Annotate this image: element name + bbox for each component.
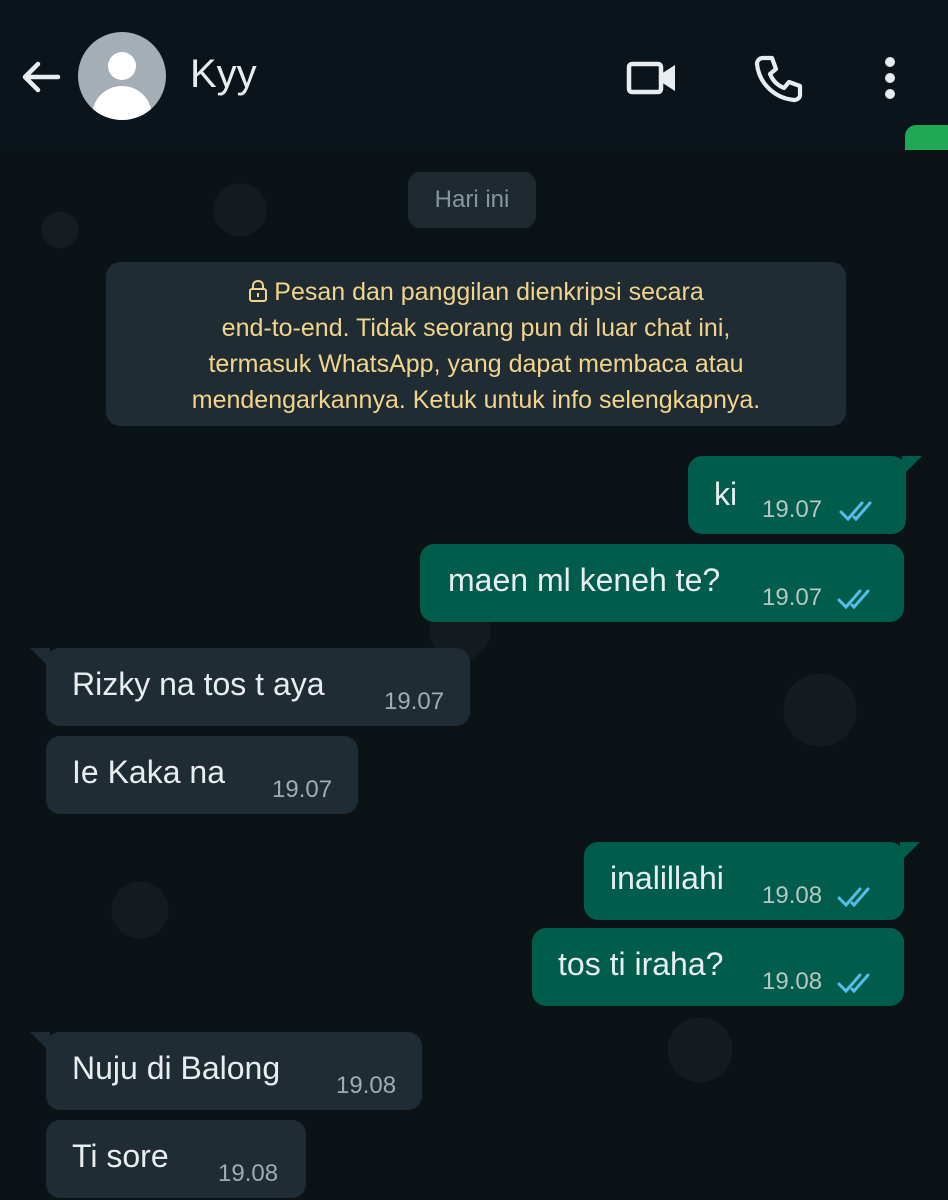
message-time: 19.07: [272, 776, 333, 803]
message-time: 19.08: [762, 968, 823, 995]
message-time: 19.08: [762, 882, 823, 909]
read-ticks-icon: [837, 887, 870, 908]
message-time: 19.08: [218, 1160, 279, 1187]
message-text: Ie Kaka na: [72, 754, 225, 790]
message-incoming[interactable]: Nuju di Balong 19.08: [30, 1032, 422, 1110]
read-ticks-icon: [837, 973, 870, 994]
message-time: 19.07: [762, 584, 823, 611]
video-call-icon[interactable]: [624, 50, 680, 106]
message-time: 19.08: [336, 1072, 397, 1099]
message-outgoing[interactable]: inalillahi 19.08: [584, 842, 920, 920]
encryption-line-2: end-to-end. Tidak seorang pun di luar ch…: [221, 314, 731, 342]
message-time: 19.07: [762, 496, 823, 523]
message-text: Ti sore: [72, 1138, 169, 1174]
message-text: ki: [714, 476, 738, 512]
read-ticks-icon: [839, 501, 872, 522]
read-ticks-icon: [837, 589, 870, 610]
message-incoming[interactable]: Ie Kaka na 19.07: [46, 736, 358, 814]
message-outgoing[interactable]: ki 19.07: [688, 456, 922, 534]
avatar-head: [108, 52, 136, 80]
message-text: maen ml keneh te?: [448, 562, 721, 598]
encryption-line-1: Pesan dan panggilan dienkripsi secara: [106, 274, 846, 310]
encryption-line-4: mendengarkannya. Ketuk untuk info seleng…: [191, 386, 761, 414]
avatar[interactable]: [78, 32, 166, 120]
message-text: Rizky na tos t aya: [72, 666, 325, 702]
chat-header: Kyy: [0, 0, 948, 150]
lock-icon: [249, 280, 268, 302]
message-outgoing[interactable]: maen ml keneh te? 19.07: [420, 544, 904, 622]
back-arrow-icon[interactable]: [16, 52, 66, 102]
contact-name[interactable]: Kyy: [190, 52, 257, 97]
phone-call-icon[interactable]: [750, 50, 806, 106]
message-text: inalillahi: [610, 860, 724, 896]
message-outgoing[interactable]: tos ti iraha? 19.08: [532, 928, 904, 1006]
message-incoming[interactable]: Ti sore 19.08: [46, 1120, 306, 1198]
message-time: 19.07: [384, 688, 445, 715]
encryption-notice[interactable]: Pesan dan panggilan dienkripsi secara en…: [106, 262, 846, 426]
more-options-icon[interactable]: [864, 50, 920, 106]
message-text: tos ti iraha?: [558, 946, 724, 982]
message-text: Nuju di Balong: [72, 1050, 281, 1086]
message-incoming[interactable]: Rizky na tos t aya 19.07: [30, 648, 470, 726]
date-chip: Hari ini: [408, 172, 536, 228]
encryption-line-3: termasuk WhatsApp, yang dapat membaca at…: [208, 350, 744, 378]
avatar-body: [92, 86, 152, 120]
